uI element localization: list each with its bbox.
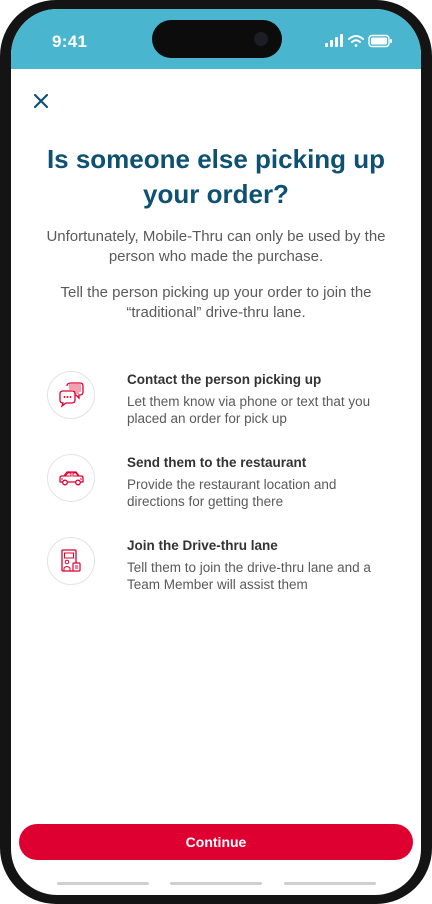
step-description: Tell them to join the drive-thru lane an… xyxy=(127,560,371,592)
home-indicator-segment xyxy=(170,882,262,885)
step-drive-thru: Join the Drive-thru lane Tell them to jo… xyxy=(47,537,397,607)
home-indicator-segment xyxy=(284,882,376,885)
status-time: 9:41 xyxy=(52,32,88,51)
step-title: Contact the person picking up xyxy=(127,372,322,387)
chat-bubbles-icon xyxy=(59,382,84,408)
drive-thru-kiosk-icon xyxy=(61,549,81,572)
continue-button[interactable]: Continue xyxy=(19,824,413,860)
home-indicator-segment xyxy=(57,882,149,885)
step-description: Provide the restaurant location and dire… xyxy=(127,477,337,509)
car-icon xyxy=(59,471,84,486)
step-restaurant: Send them to the restaurant Provide the … xyxy=(47,454,397,524)
page-title: Is someone else picking up your order? xyxy=(46,144,386,209)
step-title: Join the Drive-thru lane xyxy=(127,538,278,553)
side-button-action xyxy=(0,112,3,142)
side-button-power xyxy=(428,185,432,267)
side-button-volume-down xyxy=(0,232,3,284)
side-button-volume-up xyxy=(0,165,3,217)
status-bar: 9:41 xyxy=(11,9,421,69)
camera-lens xyxy=(254,32,268,46)
step-icon-circle xyxy=(47,537,95,585)
close-x-icon xyxy=(33,93,49,109)
dynamic-island xyxy=(152,20,282,58)
step-icon-circle xyxy=(47,454,95,502)
step-description: Let them know via phone or text that you… xyxy=(127,394,371,426)
step-contact: Contact the person picking up Let them k… xyxy=(47,371,397,441)
step-icon-circle xyxy=(47,371,95,419)
close-button[interactable] xyxy=(31,91,51,111)
signal-icon xyxy=(325,34,343,47)
battery-icon xyxy=(368,34,392,48)
intro-paragraph: Unfortunately, Mobile-Thru can only be u… xyxy=(46,228,386,265)
wifi-icon xyxy=(348,35,364,47)
status-icons xyxy=(325,34,392,48)
instruction-paragraph: Tell the person picking up your order to… xyxy=(60,284,372,321)
phone-screen: 9:41 Is someone else picking up your ord… xyxy=(11,9,421,895)
step-title: Send them to the restaurant xyxy=(127,455,307,470)
